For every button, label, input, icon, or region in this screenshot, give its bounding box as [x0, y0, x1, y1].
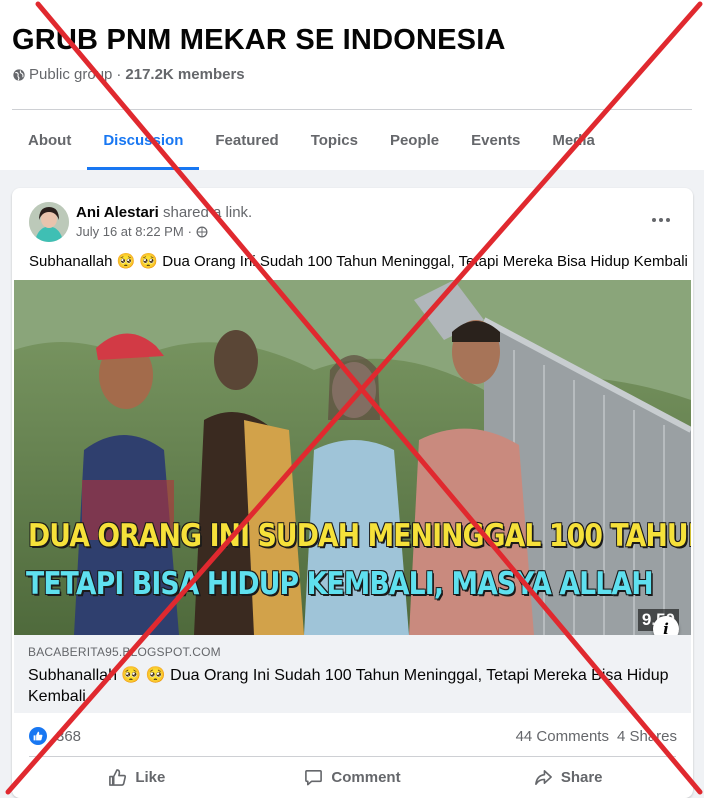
like-button-label: Like: [135, 768, 166, 786]
tab-featured[interactable]: Featured: [199, 110, 294, 170]
engagement-counts: 44 Comments 4 Shares: [516, 728, 677, 745]
tab-people[interactable]: People: [374, 110, 455, 170]
tab-events[interactable]: Events: [455, 110, 536, 170]
comment-button-label: Comment: [331, 768, 401, 786]
avatar[interactable]: [29, 202, 69, 242]
thumbs-up-icon: [109, 768, 127, 786]
post-author-line: Ani Alestari shared a link.: [76, 204, 252, 221]
group-meta: Public group · 217.2K members: [13, 66, 245, 83]
link-preview-image[interactable]: DUA ORANG INI SUDAH MENINGGAL 100 TAHUN …: [14, 280, 691, 635]
globe-icon: [13, 68, 25, 81]
group-header: GRUB PNM MEKAR SE INDONESIA Public group…: [0, 0, 704, 170]
like-reaction-icon[interactable]: [29, 727, 47, 745]
image-overlay-line-1: DUA ORANG INI SUDAH MENINGGAL 100 TAHUN: [28, 518, 691, 554]
post-card: Ani Alestari shared a link. July 16 at 8…: [12, 188, 693, 798]
tab-about[interactable]: About: [12, 110, 87, 170]
group-members-count[interactable]: 217.2K members: [125, 66, 244, 83]
group-privacy: Public group: [29, 66, 113, 83]
image-overlay-line-2: TETAPI BISA HIDUP KEMBALI, MASYA ALLAH: [26, 566, 654, 602]
link-title[interactable]: Subhanallah 🥺 🥺 Dua Orang Ini Sudah 100 …: [28, 665, 678, 707]
actions-divider: [29, 756, 676, 757]
link-domain: BACABERITA95.BLOGSPOT.COM: [28, 645, 221, 659]
avatar-image: [29, 202, 69, 242]
tab-topics[interactable]: Topics: [295, 110, 374, 170]
more-options-icon[interactable]: [649, 212, 673, 228]
post-author-name[interactable]: Ani Alestari: [76, 204, 159, 221]
link-preview[interactable]: BACABERITA95.BLOGSPOT.COM Subhanallah 🥺 …: [14, 635, 691, 713]
comments-count[interactable]: 44 Comments: [516, 728, 609, 745]
share-arrow-icon: [534, 769, 552, 785]
share-button-label: Share: [560, 768, 603, 786]
meta-separator: ·: [116, 66, 122, 83]
share-button[interactable]: Share: [460, 758, 676, 796]
post-action-bar: Like Comment Share: [29, 758, 676, 796]
post-time-line: July 16 at 8:22 PM ·: [76, 224, 208, 239]
group-tabs: About Discussion Featured Topics People …: [12, 110, 611, 170]
like-button[interactable]: Like: [29, 758, 245, 796]
reaction-count[interactable]: 368: [56, 728, 81, 745]
post-text: Subhanallah 🥺 🥺 Dua Orang Ini Sudah 100 …: [29, 253, 688, 270]
comment-bubble-icon: [305, 769, 323, 785]
comment-button[interactable]: Comment: [245, 758, 461, 796]
tab-media[interactable]: Media: [536, 110, 611, 170]
shares-count[interactable]: 4 Shares: [617, 728, 677, 745]
tab-discussion[interactable]: Discussion: [87, 110, 200, 170]
post-action-text: shared a link.: [162, 204, 253, 221]
time-separator: ·: [187, 224, 193, 239]
group-title[interactable]: GRUB PNM MEKAR SE INDONESIA: [12, 24, 506, 57]
globe-icon: [196, 226, 208, 237]
reactions-bar: 368 44 Comments 4 Shares: [29, 723, 677, 749]
post-timestamp[interactable]: July 16 at 8:22 PM: [76, 224, 184, 239]
